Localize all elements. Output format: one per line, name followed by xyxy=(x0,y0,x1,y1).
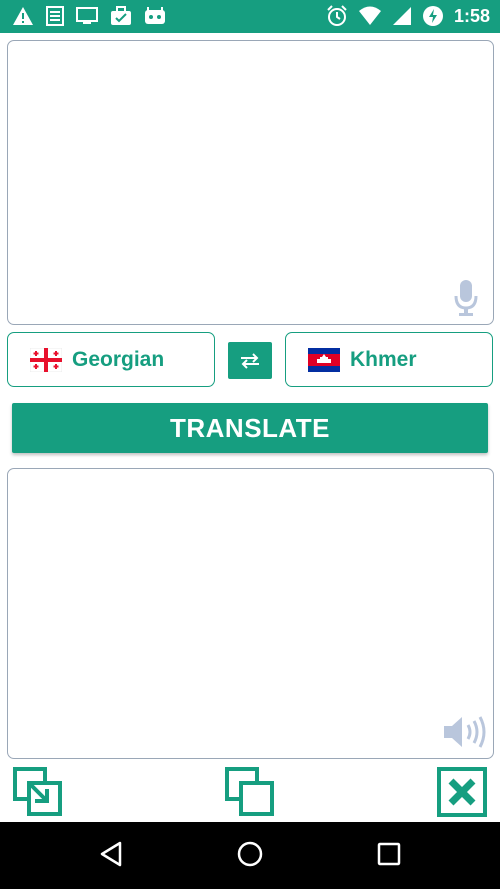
microphone-icon[interactable] xyxy=(454,278,478,318)
swap-languages-button[interactable] xyxy=(228,342,272,379)
speaker-icon[interactable] xyxy=(442,714,488,750)
signal-icon xyxy=(392,7,411,25)
android-icon xyxy=(145,7,165,24)
warning-icon xyxy=(13,7,33,25)
translate-button[interactable]: TRANSLATE xyxy=(12,403,488,453)
recents-icon[interactable] xyxy=(376,840,402,868)
briefcase-icon xyxy=(111,6,131,25)
paste-icon[interactable] xyxy=(13,767,63,817)
source-language-selector[interactable]: Georgian xyxy=(7,332,215,387)
status-time: 1:58 xyxy=(453,5,490,26)
input-text-area[interactable] xyxy=(7,40,494,325)
target-language-selector[interactable]: Khmer xyxy=(285,332,493,387)
alarm-icon xyxy=(327,5,347,26)
status-bar: 1:58 xyxy=(0,0,500,33)
notes-icon xyxy=(46,6,64,26)
clear-icon[interactable] xyxy=(437,767,487,817)
georgia-flag-icon xyxy=(30,347,62,372)
home-icon[interactable] xyxy=(236,840,264,868)
target-language-label: Khmer xyxy=(350,347,417,371)
output-text-area[interactable] xyxy=(7,468,494,759)
cambodia-flag-icon xyxy=(308,347,340,372)
copy-icon[interactable] xyxy=(225,767,275,817)
wifi-icon xyxy=(358,6,381,25)
navigation-bar xyxy=(0,822,500,889)
cast-icon xyxy=(76,7,98,24)
source-language-label: Georgian xyxy=(72,347,165,371)
battery-charging-icon xyxy=(422,6,443,26)
swap-icon xyxy=(241,352,259,369)
back-icon[interactable] xyxy=(98,840,124,868)
